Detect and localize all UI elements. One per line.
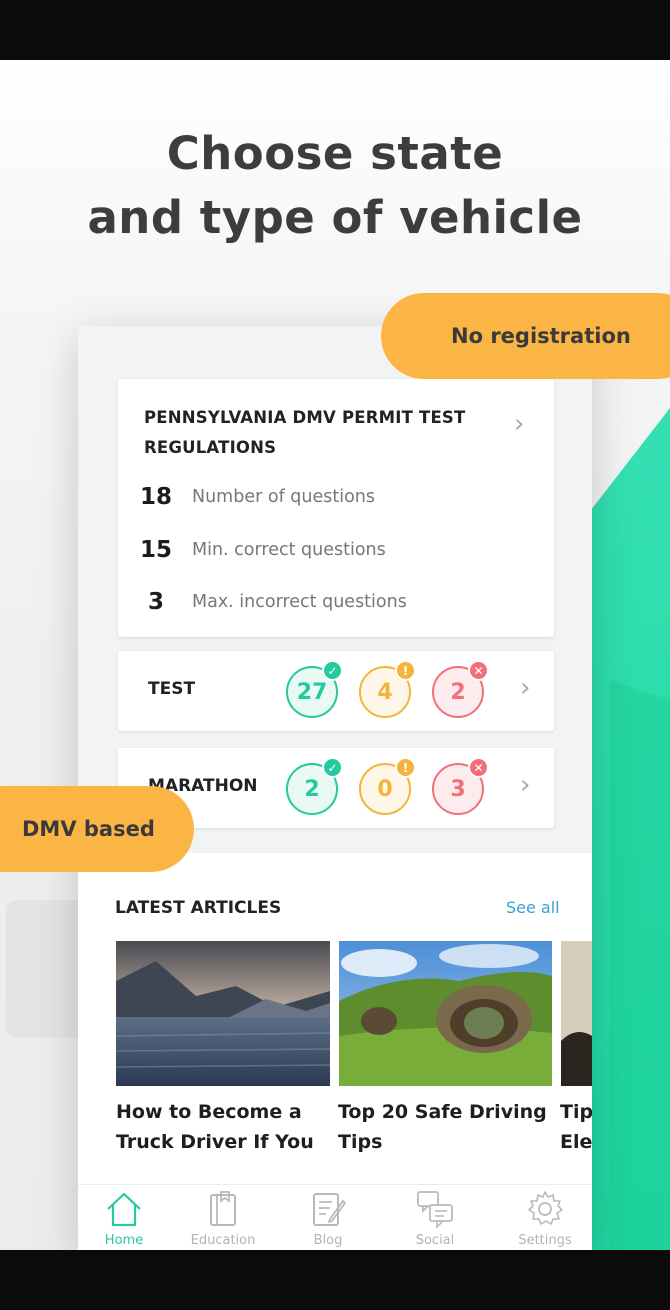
tab-settings[interactable]: Settings bbox=[495, 1185, 592, 1250]
headline-line-2: and type of vehicle bbox=[87, 191, 583, 244]
correct-value: 27 bbox=[296, 679, 328, 705]
wrong-value: 3 bbox=[450, 776, 466, 802]
lake-mountains-image bbox=[116, 941, 330, 1086]
tab-label: Education bbox=[190, 1233, 256, 1248]
skipped-value: 4 bbox=[377, 679, 393, 705]
mode-label: TEST bbox=[148, 679, 196, 699]
article-thumbnail[interactable] bbox=[339, 941, 552, 1086]
article-thumbnail[interactable] bbox=[116, 941, 330, 1086]
chevron-right-icon: › bbox=[520, 673, 531, 703]
chevron-right-icon: › bbox=[520, 770, 531, 800]
tab-label: Blog bbox=[313, 1233, 343, 1248]
tab-label: Home bbox=[104, 1233, 144, 1248]
hobbit-house-image bbox=[339, 941, 552, 1086]
tab-label: Social bbox=[415, 1233, 455, 1248]
article-title[interactable]: Tips Elec bbox=[560, 1097, 592, 1157]
stat-label: Max. incorrect questions bbox=[192, 592, 407, 612]
exclamation-icon: ! bbox=[395, 757, 416, 778]
bottom-black-bar bbox=[0, 1250, 670, 1310]
correct-count: 27 ✓ bbox=[286, 660, 343, 718]
promo-canvas: Choose state and type of vehicle PENNSYL… bbox=[0, 60, 670, 1250]
stat-label: Min. correct questions bbox=[192, 540, 386, 560]
regulations-title: PENNSYLVANIA DMV PERMIT TEST REGULATIONS bbox=[144, 408, 466, 457]
stat-value: 18 bbox=[139, 484, 172, 510]
chat-bubbles-icon bbox=[417, 1191, 453, 1229]
test-mode-card[interactable]: TEST 27 ✓ 4 ! 2 ✕ › bbox=[118, 651, 554, 731]
stat-value: 15 bbox=[139, 537, 172, 563]
check-icon: ✓ bbox=[322, 660, 343, 681]
see-all-link[interactable]: See all bbox=[506, 898, 560, 917]
skipped-value: 0 bbox=[377, 776, 393, 802]
tab-education[interactable]: Education bbox=[173, 1185, 273, 1250]
section-title: LATEST ARTICLES bbox=[115, 898, 282, 918]
skipped-count: 4 ! bbox=[359, 660, 416, 718]
stat-value: 3 bbox=[147, 589, 164, 615]
cross-icon: ✕ bbox=[468, 757, 489, 778]
cross-icon: ✕ bbox=[468, 660, 489, 681]
article-title[interactable]: How to Become a Truck Driver If You bbox=[116, 1097, 330, 1157]
skipped-count: 0 ! bbox=[359, 757, 416, 815]
chevron-right-icon: › bbox=[514, 409, 525, 439]
correct-count: 2 ✓ bbox=[286, 757, 343, 815]
latest-articles-section: LATEST ARTICLES See all How to Become a … bbox=[78, 853, 592, 1250]
headline-line-1: Choose state bbox=[166, 127, 504, 180]
stat-label: Number of questions bbox=[192, 487, 376, 507]
tab-social[interactable]: Social bbox=[385, 1185, 485, 1250]
regulations-card[interactable]: PENNSYLVANIA DMV PERMIT TEST REGULATIONS… bbox=[118, 379, 554, 637]
wrong-value: 2 bbox=[450, 679, 466, 705]
stat-row-min-correct: 15 Min. correct questions bbox=[138, 535, 386, 565]
correct-value: 2 bbox=[304, 776, 320, 802]
article-title[interactable]: Top 20 Safe Driving Tips bbox=[338, 1097, 552, 1157]
exclamation-icon: ! bbox=[395, 660, 416, 681]
top-black-bar bbox=[0, 0, 670, 60]
tab-label: Settings bbox=[518, 1233, 572, 1248]
notepad-pencil-icon bbox=[313, 1193, 347, 1226]
wrong-count: 3 ✕ bbox=[432, 757, 489, 815]
wrong-count: 2 ✕ bbox=[432, 660, 489, 718]
book-icon bbox=[210, 1191, 236, 1226]
tab-blog[interactable]: Blog bbox=[278, 1185, 378, 1250]
home-icon bbox=[107, 1192, 141, 1227]
no-registration-badge: No registration bbox=[381, 293, 670, 379]
article-thumbnail[interactable] bbox=[561, 941, 592, 1086]
check-icon: ✓ bbox=[322, 757, 343, 778]
gear-icon bbox=[528, 1191, 563, 1225]
stat-row-max-incorrect: 3 Max. incorrect questions bbox=[138, 587, 407, 617]
dmv-based-badge: DMV based bbox=[0, 786, 194, 872]
stat-row-questions: 18 Number of questions bbox=[138, 482, 375, 512]
sunset-image bbox=[561, 941, 592, 1086]
bottom-tab-bar: Home Education Blog Social Settings bbox=[78, 1184, 592, 1250]
headline: Choose state and type of vehicle bbox=[0, 122, 670, 250]
tab-home[interactable]: Home bbox=[78, 1185, 174, 1250]
